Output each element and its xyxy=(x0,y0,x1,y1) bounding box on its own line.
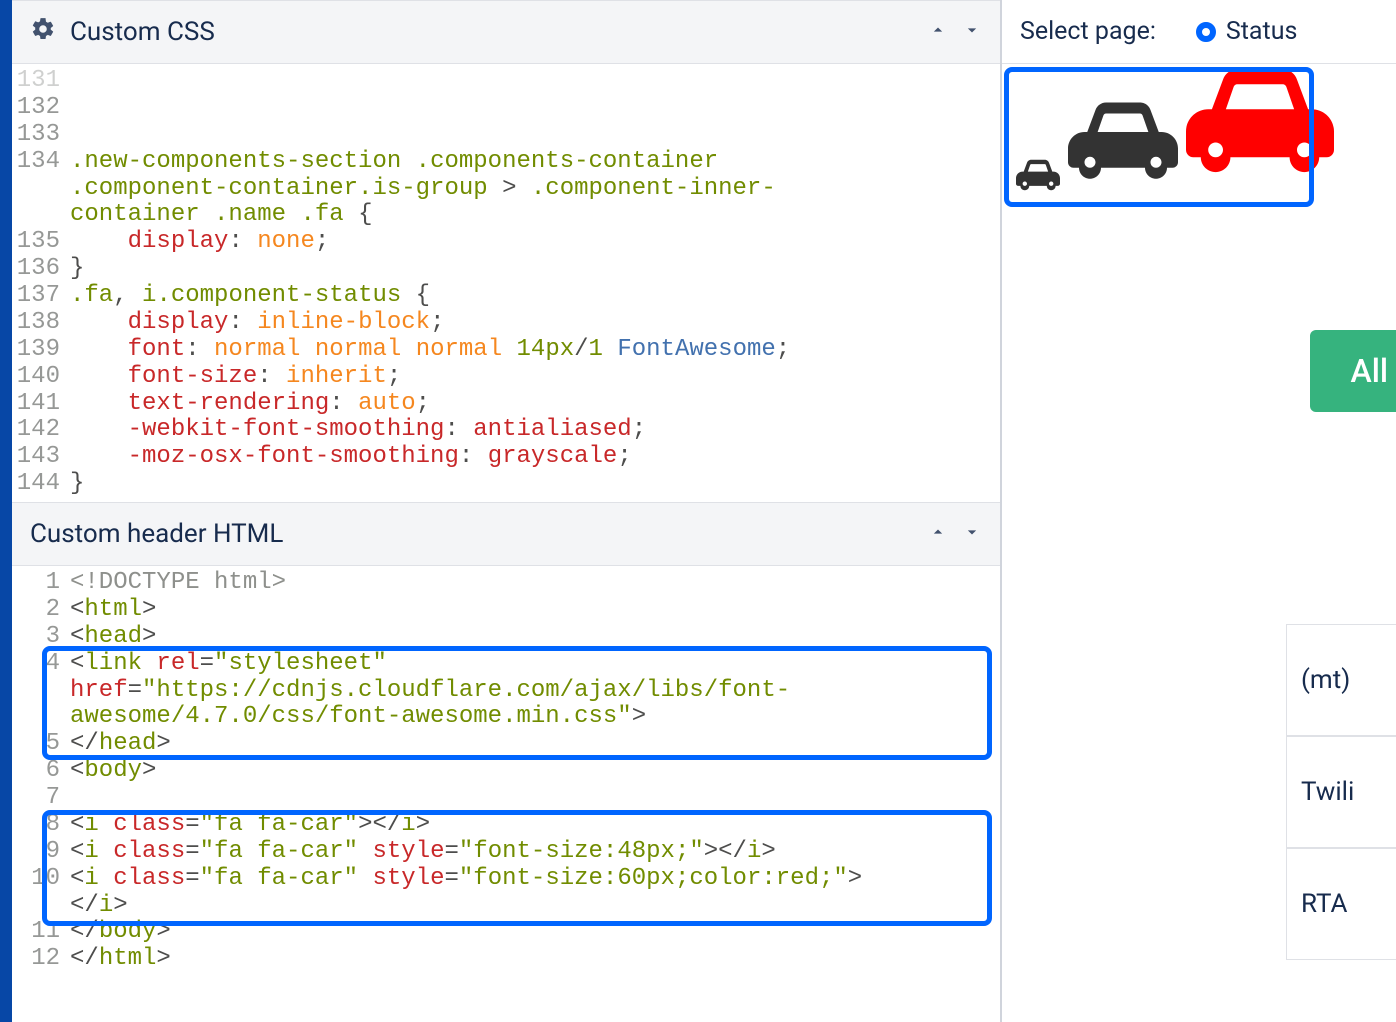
car-icons-preview xyxy=(1008,66,1390,202)
list-item[interactable]: (mt) xyxy=(1287,624,1396,736)
list-item[interactable]: Twili xyxy=(1287,736,1396,848)
custom-css-title: Custom CSS xyxy=(70,17,215,47)
chevron-up-icon[interactable] xyxy=(928,20,948,44)
custom-header-html-title: Custom header HTML xyxy=(30,519,283,549)
list-item[interactable]: RTA xyxy=(1287,848,1396,960)
all-operational-button[interactable]: All xyxy=(1310,330,1396,412)
chevron-down-icon[interactable] xyxy=(962,522,982,546)
custom-css-header: Custom CSS xyxy=(12,0,1000,64)
custom-header-html-header: Custom header HTML xyxy=(12,502,1000,566)
car-icon xyxy=(1186,50,1334,202)
select-page-label: Select page: xyxy=(1020,17,1156,46)
radio-icon xyxy=(1196,22,1216,42)
preview-right-panel: Select page: Status All (mt) Twili RTA xyxy=(1002,0,1396,1022)
custom-header-html-editor[interactable]: 1<!DOCTYPE html>2<html>3<head>4<link rel… xyxy=(12,566,1000,977)
custom-header-html-editor-wrapper: 1<!DOCTYPE html>2<html>3<head>4<link rel… xyxy=(12,566,1000,1022)
side-list: (mt) Twili RTA xyxy=(1286,624,1396,960)
car-icon xyxy=(1016,154,1060,202)
editor-left-panel: Custom CSS 131132133134.new-components-s… xyxy=(12,0,1002,1022)
custom-css-editor[interactable]: 131132133134.new-components-section .com… xyxy=(12,64,1000,502)
status-radio[interactable]: Status xyxy=(1196,17,1297,46)
car-icon xyxy=(1068,88,1178,202)
chevron-down-icon[interactable] xyxy=(962,20,982,44)
chevron-up-icon[interactable] xyxy=(928,522,948,546)
gear-icon xyxy=(30,16,56,49)
status-radio-label: Status xyxy=(1226,17,1297,46)
